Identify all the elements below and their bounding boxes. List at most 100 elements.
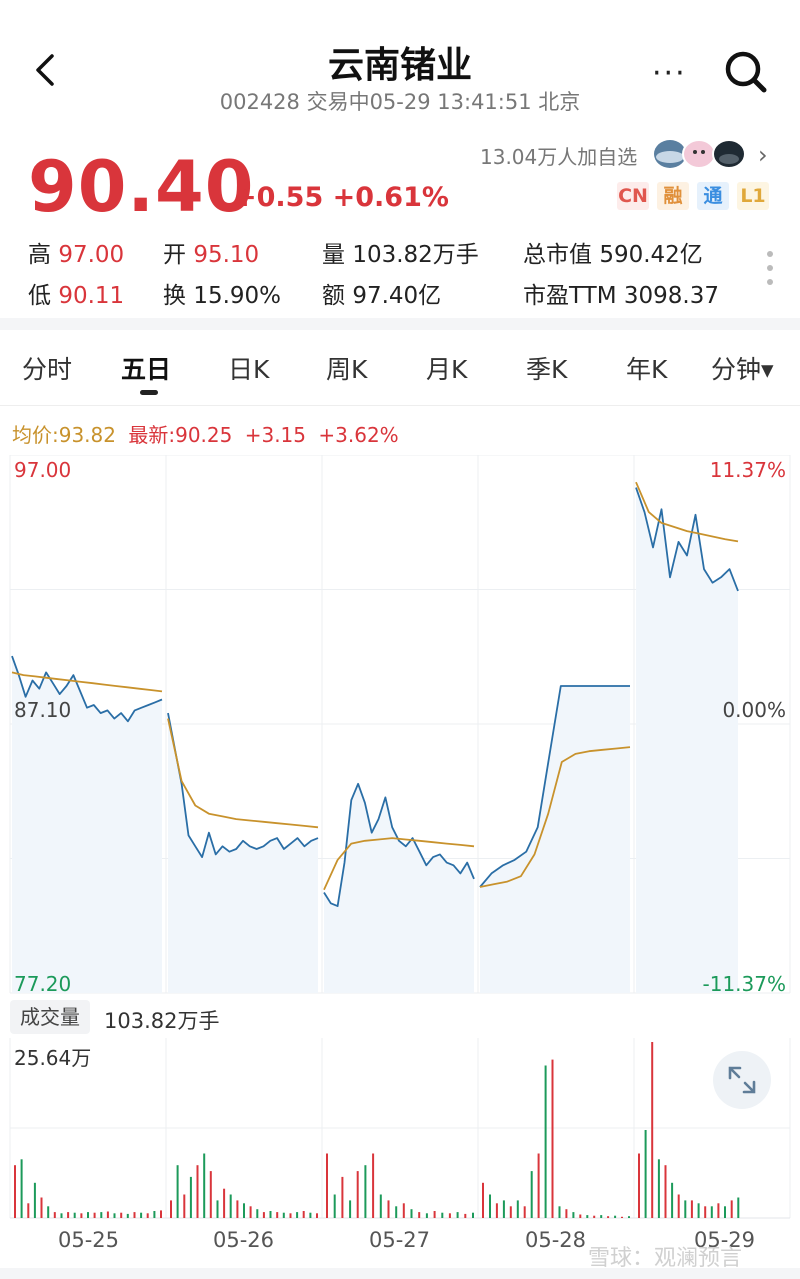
avg-line-day5 xyxy=(635,481,739,543)
volume-bar xyxy=(456,1212,459,1218)
y-axis-mid-label: 87.10 xyxy=(14,698,72,722)
volume-bar xyxy=(502,1200,505,1218)
volume-bar xyxy=(664,1165,667,1218)
date-label-day1: 05-25 xyxy=(58,1228,120,1252)
volume-bar xyxy=(216,1200,219,1218)
volume-bar xyxy=(249,1206,252,1218)
volume-bar xyxy=(600,1215,603,1218)
volume-bar xyxy=(607,1216,610,1218)
volume-bar xyxy=(47,1206,50,1218)
watchlist-count[interactable]: 13.04万人加自选 xyxy=(480,141,637,170)
volume-bar xyxy=(196,1165,199,1218)
volume-bar xyxy=(651,1042,654,1218)
volume-bar xyxy=(516,1200,519,1218)
chevron-right-icon[interactable]: › xyxy=(758,141,768,169)
volume-bar xyxy=(717,1203,720,1218)
volume-bar xyxy=(558,1206,561,1218)
volume-bar xyxy=(410,1209,413,1218)
volume-total: 103.82万手 xyxy=(104,1009,220,1033)
volume-bar xyxy=(146,1213,149,1218)
tab-daily-k[interactable]: 日K xyxy=(228,350,269,386)
volume-bar xyxy=(209,1171,212,1218)
tab-quarterly-k[interactable]: 季K xyxy=(526,350,567,386)
volume-bar xyxy=(153,1211,156,1218)
volume-bar xyxy=(67,1212,70,1218)
volume-bar xyxy=(724,1206,726,1218)
volume-bar xyxy=(614,1215,617,1218)
price-area-day2 xyxy=(168,713,318,993)
chart-legend: 均价:93.82 最新:90.25 +3.15 +3.62% xyxy=(12,419,399,448)
date-label-day3: 05-27 xyxy=(369,1228,431,1252)
volume-indicator-selector[interactable]: 成交量 xyxy=(10,1000,90,1034)
volume-bar xyxy=(523,1206,526,1218)
volume-bar xyxy=(489,1194,491,1218)
volume-bar xyxy=(316,1213,318,1218)
latest-change-label: +3.15 xyxy=(244,423,307,447)
stat-low: 低 90.11 xyxy=(28,283,125,309)
tab-minute-dropdown[interactable]: 分钟▾ xyxy=(711,350,774,386)
y-axis-max-label: 97.00 xyxy=(14,458,72,482)
volume-bar xyxy=(93,1212,96,1218)
price-change: +0.55 +0.61% xyxy=(234,182,449,213)
price-area-day5 xyxy=(636,487,738,993)
volume-bar xyxy=(33,1182,36,1218)
volume-bar xyxy=(671,1182,674,1218)
tab-weekly-k[interactable]: 周K xyxy=(326,350,367,386)
search-icon[interactable] xyxy=(722,48,770,96)
volume-bar xyxy=(482,1182,484,1218)
badge-cn: CN xyxy=(617,182,649,210)
volume-bar xyxy=(113,1213,116,1218)
volume-bar xyxy=(387,1200,390,1218)
current-price: 90.40 xyxy=(28,146,255,228)
volume-bar xyxy=(730,1200,733,1218)
volume-bar xyxy=(677,1194,680,1218)
volume-max-label: 25.64万 xyxy=(14,1046,92,1070)
expand-chart-button[interactable] xyxy=(713,1051,771,1109)
y-axis-min-pct-label: -11.37% xyxy=(702,972,786,996)
active-tab-indicator xyxy=(140,390,158,395)
volume-bar xyxy=(120,1212,123,1218)
top-nav-bar: 云南锗业 002428 交易中05-29 13:41:51 北京 ··· xyxy=(0,0,800,135)
volume-bar xyxy=(495,1203,498,1218)
date-label-day4: 05-28 xyxy=(525,1228,587,1252)
volume-bar xyxy=(349,1200,352,1218)
follower-avatars[interactable] xyxy=(653,137,748,171)
more-stats-icon[interactable] xyxy=(766,250,774,290)
avg-line-day2 xyxy=(167,718,319,829)
volume-bar xyxy=(276,1212,279,1218)
volume-bar xyxy=(262,1212,265,1218)
avg-price-label: 均价:93.82 xyxy=(12,423,116,447)
price-line-day2 xyxy=(167,712,319,858)
more-options-button[interactable]: ··· xyxy=(652,56,687,91)
volume-bar xyxy=(126,1213,129,1218)
volume-bar xyxy=(53,1212,56,1218)
expand-icon xyxy=(728,1066,756,1094)
volume-bar xyxy=(140,1212,143,1218)
volume-chart xyxy=(9,1038,791,1219)
y-axis-min-label: 77.20 xyxy=(14,972,72,996)
volume-bar xyxy=(593,1215,596,1218)
volume-bar xyxy=(333,1194,336,1218)
volume-bar xyxy=(572,1212,575,1218)
volume-bar xyxy=(170,1200,172,1218)
tab-intraday[interactable]: 分时 xyxy=(22,350,72,386)
volume-bar xyxy=(73,1212,76,1218)
volume-bar xyxy=(223,1188,226,1218)
bottom-divider xyxy=(0,1268,800,1279)
volume-bar xyxy=(326,1153,328,1218)
volume-bar xyxy=(133,1212,136,1218)
tab-five-day[interactable]: 五日 xyxy=(121,350,171,386)
volume-bar xyxy=(425,1213,428,1218)
volume-bar xyxy=(544,1065,547,1218)
volume-bar xyxy=(509,1206,512,1218)
five-day-price-chart[interactable] xyxy=(0,455,800,995)
date-label-day2: 05-26 xyxy=(213,1228,275,1252)
volume-bar xyxy=(418,1212,421,1218)
volume-bar xyxy=(40,1197,43,1218)
tab-monthly-k[interactable]: 月K xyxy=(426,350,467,386)
volume-bar xyxy=(203,1153,206,1218)
tab-yearly-k[interactable]: 年K xyxy=(626,350,667,386)
volume-bar xyxy=(472,1212,474,1218)
volume-bar xyxy=(87,1212,89,1218)
volume-bar xyxy=(236,1200,239,1218)
